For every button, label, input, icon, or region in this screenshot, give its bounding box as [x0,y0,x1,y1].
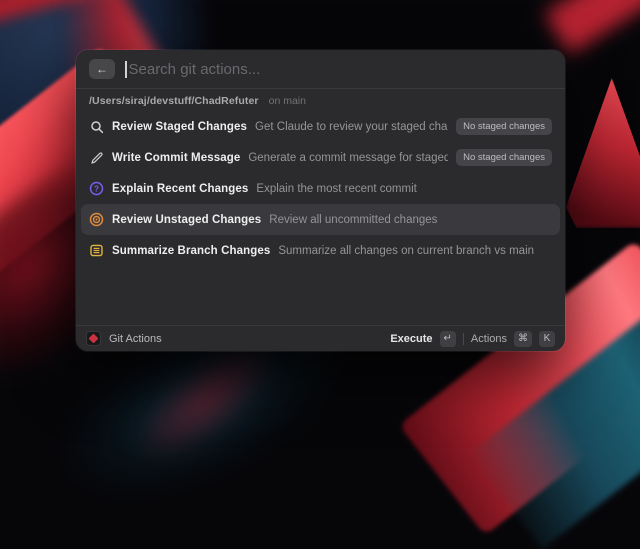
back-button[interactable]: ← [89,59,115,79]
magnifier-icon [89,119,104,134]
action-list: Review Staged Changes Get Claude to revi… [76,111,565,266]
divider [462,332,464,345]
execute-button[interactable]: Execute [390,333,432,345]
actions-menu-button[interactable]: Actions [471,333,507,345]
search-input[interactable]: Search git actions... [125,60,552,78]
section-header: /Users/siraj/devstuff/ChadRefuter on mai… [76,89,565,111]
item-subtitle: Summarize all changes on current branch … [278,244,535,257]
list-item-review-staged-changes[interactable]: Review Staged Changes Get Claude to revi… [81,111,560,142]
item-title: Summarize Branch Changes [112,244,271,257]
list-box-icon [89,243,104,258]
red-diamond-icon [88,333,99,344]
list-item-explain-recent-changes[interactable]: ? Explain Recent Changes Explain the mos… [81,173,560,204]
question-circle-icon: ? [89,181,104,196]
item-subtitle: Explain the most recent commit [256,182,417,195]
search-placeholder: Search git actions... [128,60,261,78]
wallpaper-shape [544,0,640,55]
k-key-icon: K [539,330,555,347]
pencil-icon [89,150,104,165]
list-item-review-unstaged-changes[interactable]: Review Unstaged Changes Review all uncom… [81,204,560,235]
footer-shortcuts: Execute ↵ Actions ⌘ K [390,330,555,347]
item-subtitle: Review all uncommitted changes [269,213,438,226]
item-title: Review Staged Changes [112,120,248,133]
item-subtitle: Generate a commit message for staged cha… [248,151,449,164]
back-arrow-icon: ← [96,62,108,76]
wallpaper-shape [566,78,640,228]
list-item-write-commit-message[interactable]: Write Commit Message Generate a commit m… [81,142,560,173]
item-subtitle: Get Claude to review your staged changes [255,120,448,133]
command-palette-window: ← Search git actions... /Users/siraj/dev… [76,50,565,351]
status-badge: No staged changes [456,118,552,135]
empty-results-area [76,266,565,325]
footer-app-label: Git Actions [109,332,162,345]
list-item-summarize-branch-changes[interactable]: Summarize Branch Changes Summarize all c… [81,235,560,266]
git-actions-extension-icon [86,331,101,346]
svg-text:?: ? [94,184,99,193]
text-caret [125,60,127,78]
repo-path: /Users/siraj/devstuff/ChadRefuter [89,95,259,107]
item-title: Review Unstaged Changes [112,213,262,226]
footer-bar: Git Actions Execute ↵ Actions ⌘ K [76,325,565,351]
return-key-icon: ↵ [439,330,456,347]
bullseye-icon [89,212,104,227]
search-bar: ← Search git actions... [76,50,565,88]
item-title: Write Commit Message [112,151,241,164]
status-badge: No staged changes [456,149,552,166]
item-title: Explain Recent Changes [112,182,249,195]
branch-label: on main [268,95,306,107]
command-key-icon: ⌘ [514,330,532,347]
